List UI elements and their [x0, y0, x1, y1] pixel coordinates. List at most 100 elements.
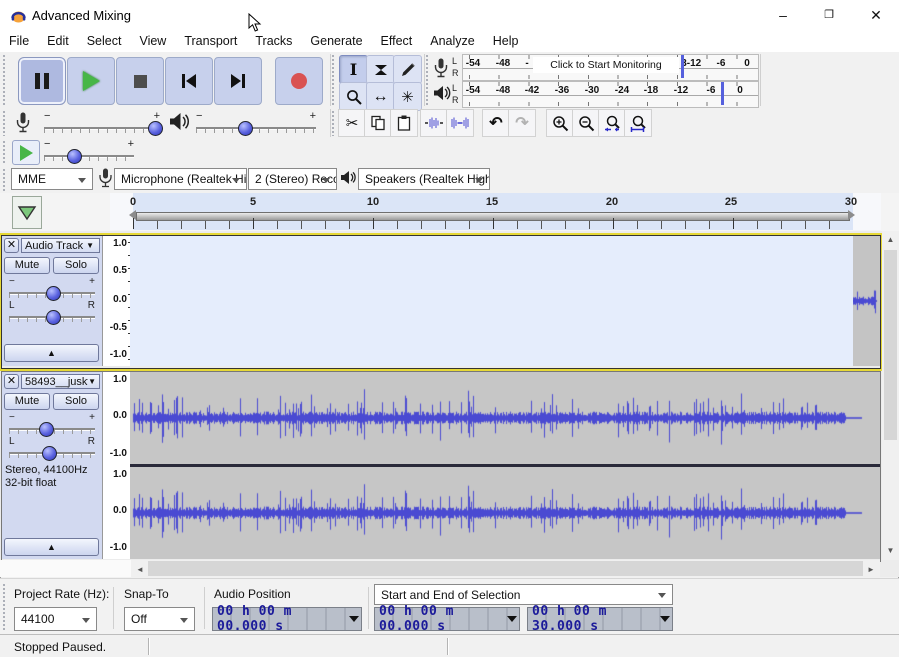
vertical-scrollbar-thumb[interactable]	[884, 250, 897, 440]
audio-position-field[interactable]: 00 h 00 m 00.000 s	[212, 607, 362, 631]
zoom-tool-button[interactable]	[339, 82, 368, 111]
vertical-scrollbar[interactable]: ▲ ▼	[882, 231, 899, 560]
tools-toolbar-grabber[interactable]	[331, 54, 336, 106]
selection-tool-button[interactable]: I	[339, 55, 368, 84]
horizontal-scrollbar-thumb[interactable]	[148, 561, 863, 576]
record-button[interactable]	[275, 57, 323, 105]
play-speed-toolbar-grabber[interactable]	[2, 140, 7, 164]
play-speed-thumb[interactable]	[67, 149, 82, 164]
scroll-up-icon[interactable]: ▲	[882, 235, 899, 244]
device-toolbar-grabber[interactable]	[2, 168, 7, 191]
track-1-gain-thumb[interactable]	[46, 286, 61, 301]
track-2-gain-thumb[interactable]	[39, 422, 54, 437]
edit-toolbar-grabber[interactable]	[331, 110, 336, 136]
mixer-toolbar-grabber[interactable]	[2, 110, 7, 136]
meter-toolbar-grabber[interactable]	[425, 54, 430, 106]
track-2-close-button[interactable]: ✕	[4, 374, 19, 389]
envelope-tool-button[interactable]	[366, 55, 395, 84]
close-button[interactable]: ✕	[861, 6, 891, 24]
redo-button[interactable]: ↷	[508, 109, 536, 137]
track-2-pan-thumb[interactable]	[42, 446, 57, 461]
fit-project-button[interactable]	[624, 109, 652, 137]
record-volume-thumb[interactable]	[148, 121, 163, 136]
menu-effect[interactable]: Effect	[372, 34, 422, 48]
scroll-right-icon[interactable]: ►	[864, 565, 878, 574]
menu-help[interactable]: Help	[484, 34, 528, 48]
track-1-close-button[interactable]: ✕	[4, 238, 19, 253]
track-1-mute-button[interactable]: Mute	[4, 257, 50, 274]
track-1-waveform-area[interactable]	[130, 236, 880, 366]
chevron-down-icon	[658, 593, 666, 598]
record-volume-slider[interactable]: − +	[44, 112, 160, 134]
track-1-solo-button[interactable]: Solo	[53, 257, 99, 274]
selection-toolbar-grabber[interactable]	[2, 583, 7, 631]
track-1-pan-slider[interactable]: L R	[9, 302, 95, 322]
track-2-collapse-button[interactable]: ▲	[4, 538, 99, 556]
menu-view[interactable]: View	[130, 34, 175, 48]
playback-device-select[interactable]: Speakers (Realtek High Def	[358, 168, 490, 190]
record-icon	[291, 73, 307, 89]
track-1-pan-thumb[interactable]	[46, 310, 61, 325]
recording-channels-select[interactable]: 2 (Stereo) Recor	[248, 168, 337, 190]
audio-host-select[interactable]: MME	[11, 168, 93, 190]
selection-end-field[interactable]: 00 h 00 m 30.000 s	[527, 607, 673, 631]
track-2-solo-button[interactable]: Solo	[53, 393, 99, 410]
selection-start-field[interactable]: 00 h 00 m 00.000 s	[374, 607, 520, 631]
silence-audio-button[interactable]	[446, 109, 474, 137]
playback-volume-thumb[interactable]	[238, 121, 253, 136]
pinned-play-head-button[interactable]	[12, 196, 42, 229]
recording-device-select[interactable]: Microphone (Realtek High	[114, 168, 247, 190]
menu-generate[interactable]: Generate	[301, 34, 371, 48]
fit-project-icon	[630, 115, 647, 132]
menu-select[interactable]: Select	[78, 34, 131, 48]
stop-button[interactable]	[116, 57, 164, 105]
skip-to-end-button[interactable]	[214, 57, 262, 105]
fit-selection-button[interactable]	[598, 109, 626, 137]
menu-file[interactable]: File	[0, 34, 38, 48]
track-1-collapse-button[interactable]: ▲	[4, 344, 99, 362]
selection-mode-select[interactable]: Start and End of Selection	[374, 584, 673, 605]
track-2-name-menu[interactable]: 58493__juskt▼	[21, 374, 100, 389]
pause-button[interactable]	[18, 57, 66, 105]
menu-analyze[interactable]: Analyze	[421, 34, 483, 48]
transport-toolbar-grabber[interactable]	[2, 54, 7, 106]
track-1-name-menu[interactable]: Audio Track▼	[21, 238, 100, 253]
mouse-cursor	[248, 13, 262, 33]
playback-volume-slider[interactable]: − +	[196, 112, 316, 134]
cut-button[interactable]: ✂	[338, 109, 366, 137]
play-at-speed-button[interactable]	[12, 140, 40, 165]
project-rate-select[interactable]: 44100	[14, 607, 97, 631]
draw-tool-button[interactable]	[393, 55, 422, 84]
play-speed-slider[interactable]: − +	[44, 140, 134, 162]
maximize-button[interactable]: ❐	[814, 6, 844, 24]
snap-to-select[interactable]: Off	[124, 607, 195, 631]
play-meter-label: -12	[674, 85, 688, 96]
trim-audio-button[interactable]	[420, 109, 448, 137]
horizontal-scrollbar[interactable]: ◄ ►	[131, 560, 880, 577]
play-meter-speaker-icon	[433, 85, 451, 101]
scroll-left-icon[interactable]: ◄	[133, 565, 147, 574]
scroll-down-icon[interactable]: ▼	[882, 546, 899, 555]
dropdown-arrow-icon: ▼	[86, 241, 94, 250]
track-2-pan-slider[interactable]: L R	[9, 438, 95, 458]
click-to-start-monitoring[interactable]: Click to Start Monitoring	[533, 57, 679, 73]
multi-tool-button[interactable]: ✳	[393, 82, 422, 111]
play-button[interactable]	[67, 57, 115, 105]
menu-tracks[interactable]: Tracks	[246, 34, 301, 48]
track-2-mute-button[interactable]: Mute	[4, 393, 50, 410]
copy-button[interactable]	[364, 109, 392, 137]
timeline-label: 25	[725, 196, 737, 208]
zoom-in-button[interactable]	[546, 109, 574, 137]
menu-edit[interactable]: Edit	[38, 34, 78, 48]
timeline-ruler[interactable]: 0 5 10 15 20 25 30	[0, 193, 899, 232]
menu-transport[interactable]: Transport	[175, 34, 246, 48]
minimize-button[interactable]: –	[768, 6, 798, 24]
track-2-gain-slider[interactable]: − +	[9, 414, 95, 434]
paste-button[interactable]	[390, 109, 418, 137]
skip-to-start-button[interactable]	[165, 57, 213, 105]
undo-button[interactable]: ↶	[482, 109, 510, 137]
track-1-gain-slider[interactable]: − +	[9, 278, 95, 298]
track-2-waveform-area[interactable]	[130, 372, 880, 559]
timeshift-tool-button[interactable]: ↔	[366, 82, 395, 111]
zoom-out-button[interactable]	[572, 109, 600, 137]
